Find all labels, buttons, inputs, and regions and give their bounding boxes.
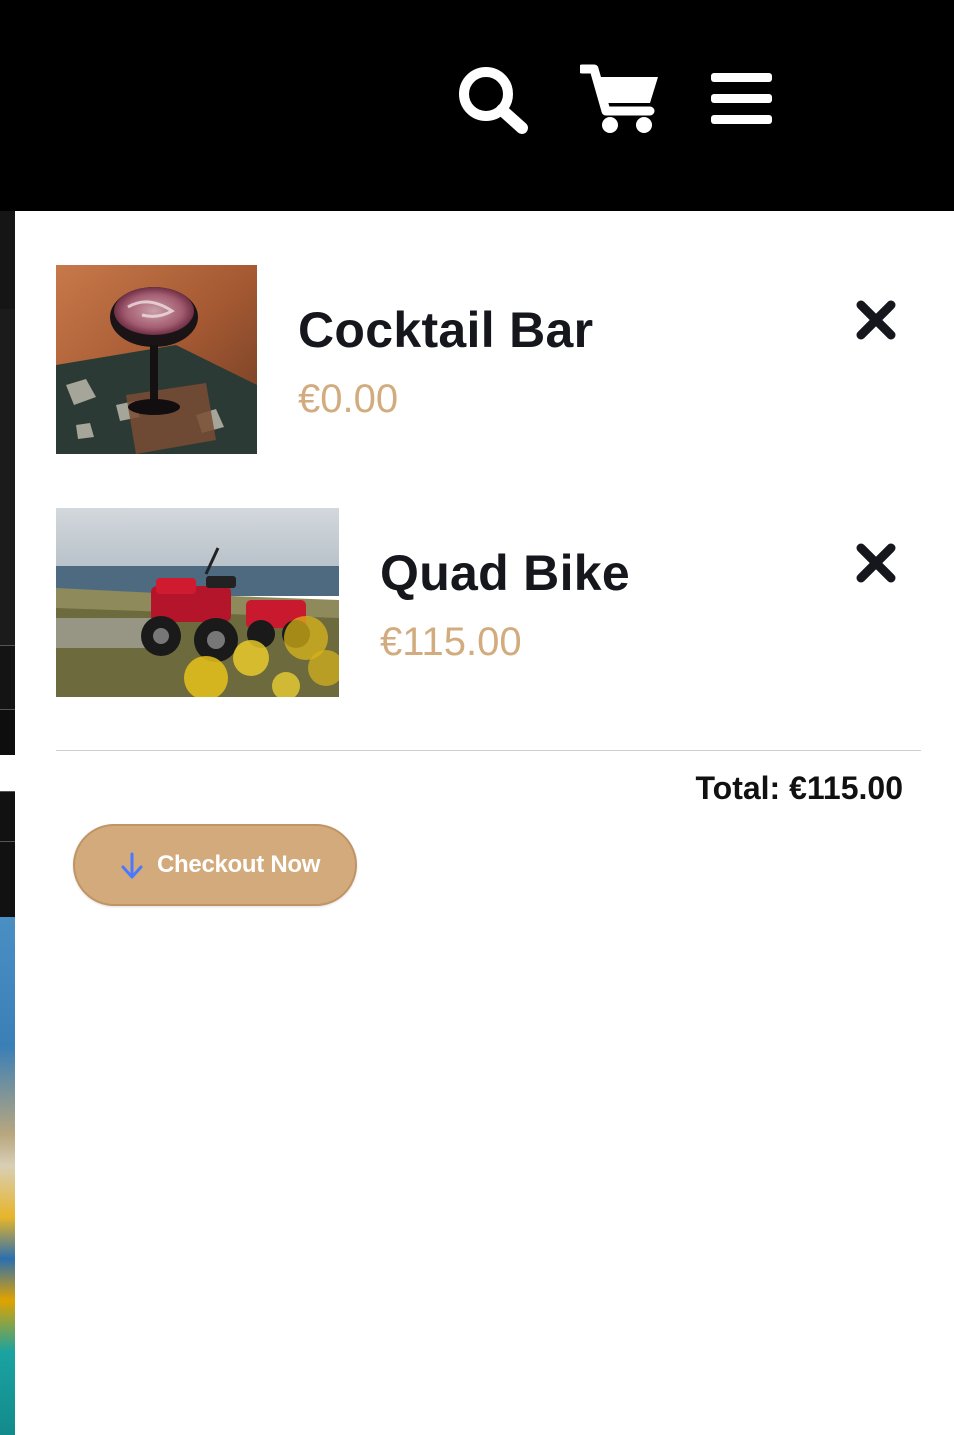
cart-drawer: Cocktail Bar €0.00 Quad Bike €115.00 Tot…	[15, 211, 954, 1435]
cocktail-glass-photo[interactable]	[56, 265, 257, 454]
arrow-down-icon	[119, 852, 145, 880]
item-name[interactable]: Cocktail Bar	[298, 301, 593, 359]
background-page-strip	[0, 211, 15, 1435]
item-price: €115.00	[380, 620, 522, 664]
close-icon[interactable]	[855, 542, 897, 584]
checkout-label: Checkout Now	[157, 851, 321, 878]
search-icon[interactable]	[456, 64, 532, 136]
hamburger-menu-icon[interactable]	[710, 71, 773, 127]
site-header	[0, 0, 954, 211]
close-icon[interactable]	[855, 299, 897, 341]
cart-total: Total: €115.00	[695, 770, 903, 806]
quad-bike-photo[interactable]	[56, 508, 339, 697]
divider	[56, 750, 921, 751]
cart-icon[interactable]	[577, 63, 660, 135]
item-name[interactable]: Quad Bike	[380, 544, 630, 602]
item-price: €0.00	[298, 377, 399, 421]
checkout-button[interactable]: Checkout Now	[73, 824, 357, 906]
